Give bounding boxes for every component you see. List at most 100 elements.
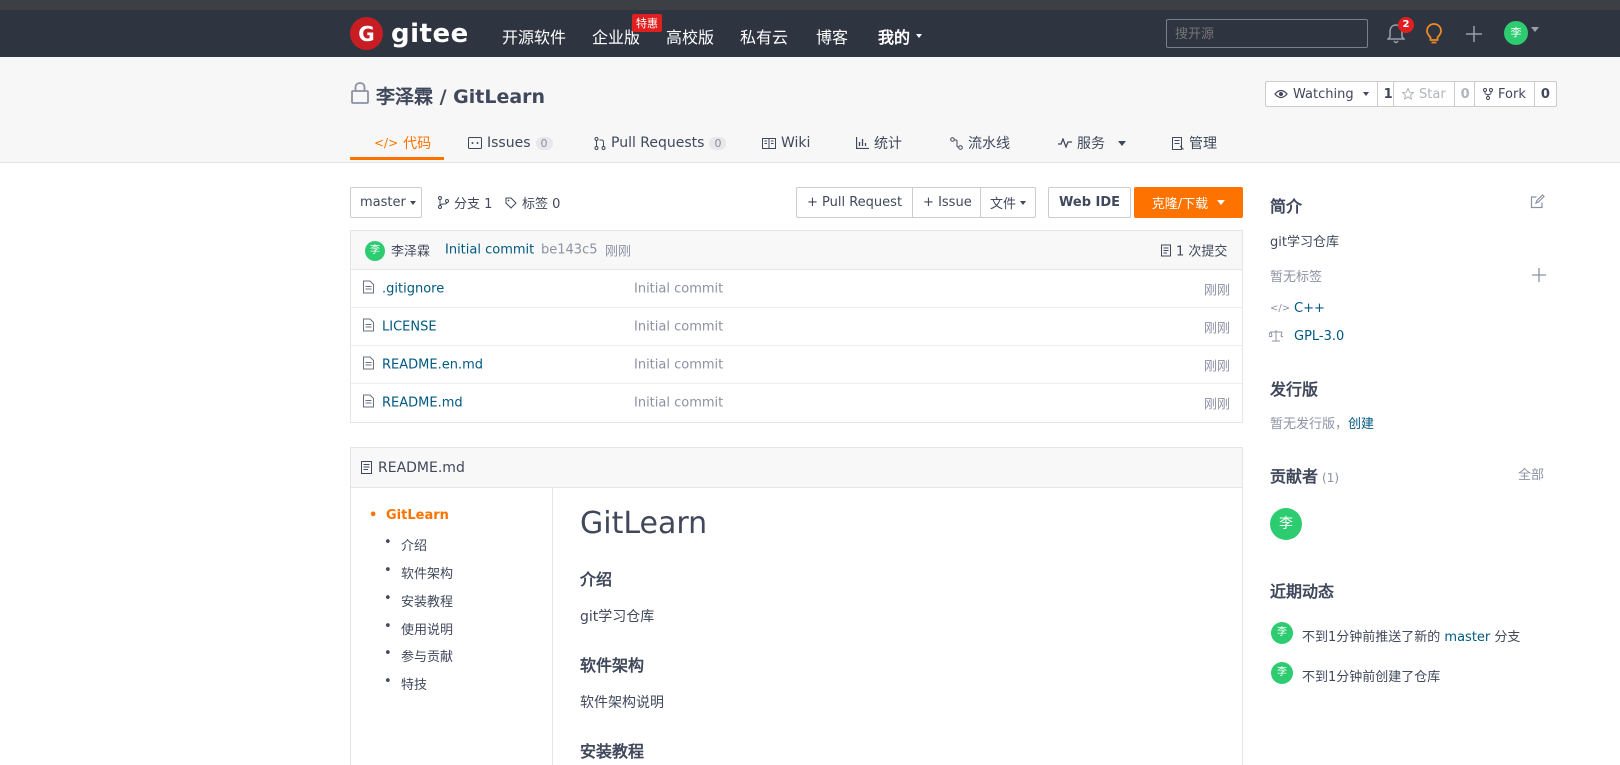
activity-avatar[interactable]: 李	[1271, 662, 1293, 684]
tab-stats-label: 统计	[874, 136, 902, 152]
branches-link[interactable]: 分支 1	[438, 193, 492, 212]
readme-filename[interactable]: README.md	[378, 460, 465, 476]
notification-count-badge: 2	[1398, 17, 1414, 33]
nav-private-cloud[interactable]: 私有云	[740, 24, 788, 48]
toc-item-features[interactable]: 特技	[384, 674, 427, 693]
watch-label: Watching	[1293, 86, 1354, 102]
edit-icon[interactable]	[1530, 194, 1545, 213]
chevron-down-icon	[1118, 140, 1126, 146]
readme-h1: GitLearn	[580, 506, 708, 541]
file-icon	[363, 318, 374, 335]
nav-open-source[interactable]: 开源软件	[502, 24, 566, 48]
contributors-all-link[interactable]: 全部	[1518, 464, 1544, 483]
star-button[interactable]: Star 0	[1393, 81, 1477, 107]
sidebar-license-link[interactable]: GPL-3.0	[1294, 329, 1344, 344]
clone-download-button[interactable]: 克隆/下载	[1134, 187, 1243, 218]
active-tab-underline	[350, 157, 444, 160]
new-issue-button[interactable]: + Issue	[912, 188, 982, 217]
file-commit-message[interactable]: Initial commit	[634, 319, 723, 334]
book-icon	[762, 137, 776, 149]
avatar-chevron-down-icon[interactable]	[1531, 27, 1539, 32]
eye-icon	[1274, 89, 1288, 99]
commit-message-link[interactable]: Initial commit	[445, 243, 534, 258]
bulb-icon[interactable]	[1422, 22, 1446, 46]
activity-avatar[interactable]: 李	[1271, 622, 1293, 644]
toc-item-intro[interactable]: 介绍	[384, 535, 427, 554]
tab-pipeline[interactable]: 流水线	[950, 127, 1010, 159]
branch-select[interactable]: master	[350, 187, 422, 218]
readme-file-icon	[361, 461, 372, 474]
code-icon: </>	[374, 136, 399, 150]
commit-count-link[interactable]: 1 次提交	[1161, 241, 1227, 260]
tab-issues[interactable]: Issues 0	[468, 127, 553, 159]
file-menu-button[interactable]: 文件	[980, 187, 1037, 218]
file-commit-time: 刚刚	[1203, 397, 1230, 413]
star-count[interactable]: 0	[1453, 82, 1476, 106]
tab-services[interactable]: 服务	[1058, 127, 1126, 159]
tab-pull-requests[interactable]: Pull Requests 0	[594, 127, 727, 159]
tab-pull-requests-label: Pull Requests	[611, 135, 705, 151]
readme-header: README.md	[351, 448, 1242, 488]
tab-services-label: 服务	[1077, 136, 1105, 152]
file-name-link[interactable]: README.en.md	[382, 357, 483, 372]
file-commit-time: 刚刚	[1203, 321, 1230, 336]
sidebar-release-text: 暂无发行版，	[1270, 417, 1349, 432]
commit-hash[interactable]: be143c5	[541, 243, 597, 258]
commit-author[interactable]: 李泽霖	[391, 241, 430, 260]
star-label: Star	[1419, 86, 1446, 102]
watch-button[interactable]: Watching 1	[1265, 81, 1400, 107]
toc-item-architecture[interactable]: 软件架构	[384, 563, 453, 582]
plus-icon[interactable]	[1462, 22, 1486, 46]
sidebar-activity-title: 近期动态	[1270, 582, 1335, 601]
lock-icon	[350, 81, 370, 110]
search-input[interactable]	[1166, 19, 1368, 48]
file-icon	[363, 280, 374, 297]
tab-manage[interactable]: 管理	[1172, 127, 1217, 159]
clone-download-label: 克隆/下载	[1151, 197, 1209, 212]
contributor-avatar[interactable]: 李	[1270, 508, 1302, 540]
tab-pipeline-label: 流水线	[968, 136, 1010, 152]
toc-item-gitlearn[interactable]: GitLearn	[369, 508, 449, 523]
commit-time: 刚刚	[605, 244, 632, 260]
tab-code[interactable]: </> 代码	[374, 127, 431, 159]
tab-stats[interactable]: 统计	[856, 127, 902, 159]
toc-item-usage[interactable]: 使用说明	[384, 619, 453, 638]
toc-item-install[interactable]: 安装教程	[384, 591, 453, 610]
top-navbar: G gitee 开源软件 企业版 特惠 高校版 私有云 博客 我的 2 李	[0, 10, 1620, 57]
gitee-logo[interactable]: G gitee	[350, 17, 469, 50]
tab-wiki[interactable]: Wiki	[762, 127, 810, 159]
branches-count: 分支 1	[454, 197, 493, 212]
fork-count[interactable]: 0	[1533, 82, 1556, 106]
issues-icon	[468, 137, 482, 149]
activity-branch-link[interactable]: master	[1444, 630, 1490, 645]
chevron-down-icon	[409, 200, 416, 205]
web-ide-button[interactable]: Web IDE	[1048, 187, 1132, 218]
nav-blog[interactable]: 博客	[816, 24, 848, 48]
file-commit-message[interactable]: Initial commit	[634, 396, 723, 411]
user-avatar[interactable]: 李	[1504, 21, 1528, 45]
nav-mine[interactable]: 我的	[878, 24, 923, 48]
chevron-down-icon	[1362, 92, 1369, 96]
fork-button[interactable]: Fork 0	[1474, 81, 1557, 107]
tags-link[interactable]: 标签 0	[505, 193, 560, 212]
add-tag-plus-icon[interactable]	[1532, 268, 1546, 286]
sidebar-language-link[interactable]: C++	[1294, 301, 1325, 316]
file-commit-message[interactable]: Initial commit	[634, 281, 723, 296]
tags-count: 标签 0	[522, 197, 561, 212]
activity-push-text: 不到1分钟前推送了新的	[1302, 630, 1441, 645]
toc-item-contribute[interactable]: 参与贡献	[384, 646, 453, 665]
nav-university[interactable]: 高校版	[666, 24, 714, 48]
create-release-link[interactable]: 创建	[1348, 417, 1374, 432]
new-pull-request-button[interactable]: + Pull Request	[797, 188, 912, 217]
readme-toc: GitLearn 介绍 软件架构 安装教程 使用说明 参与贡献 特技	[351, 488, 553, 765]
commit-author-avatar[interactable]: 李	[365, 241, 385, 261]
file-commit-message[interactable]: Initial commit	[634, 357, 723, 372]
activity-item-create: 不到1分钟前创建了仓库	[1302, 670, 1441, 685]
file-name-link[interactable]: LICENSE	[382, 319, 437, 334]
project-name[interactable]: 李泽霖 / GitLearn	[376, 82, 545, 109]
sidebar-contributors-title: 贡献者	[1270, 467, 1319, 486]
file-row: .gitignore Initial commit 刚刚	[351, 270, 1242, 308]
file-name-link[interactable]: README.md	[382, 396, 463, 411]
file-name-link[interactable]: .gitignore	[382, 281, 444, 296]
branch-icon	[438, 196, 449, 209]
